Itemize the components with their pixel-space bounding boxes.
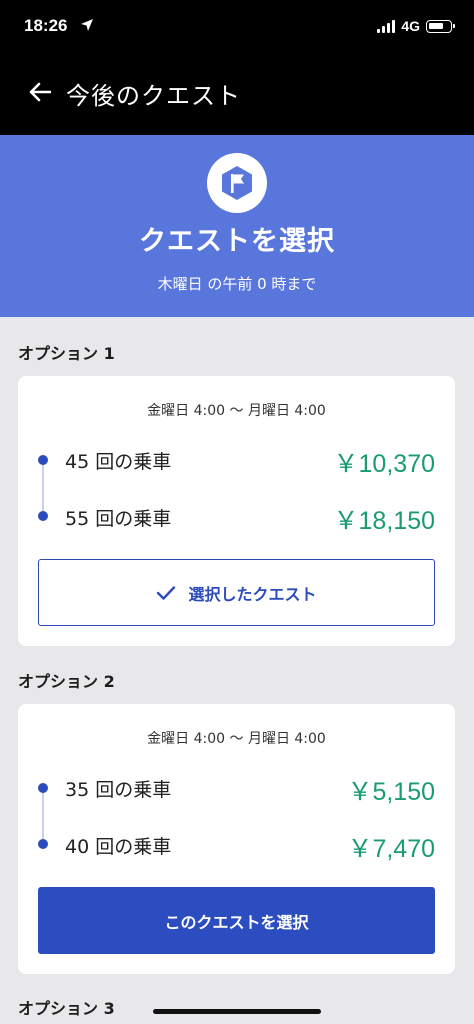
flag-icon [207,153,267,213]
tier-dot [38,783,48,793]
hero-title: クエストを選択 [139,226,335,257]
page-title: 今後のクエスト [66,82,241,110]
tier-reward: ￥10,370 [333,450,435,478]
option-label: オプション 1 [18,344,115,363]
tier-rides: 35 回の乗車 [65,779,172,801]
option-label: オプション 3 [18,999,115,1018]
signal-strength-icon [377,19,396,33]
quest-option-card: 金曜日 4:00 〜 月曜日 4:00 35 回の乗車 ￥5,150 40 回の… [18,704,455,974]
location-arrow-icon [81,19,93,31]
selected-quest-button[interactable]: 選択したクエスト [38,559,435,626]
home-indicator[interactable] [153,1009,321,1014]
tier-reward: ￥18,150 [333,507,435,535]
status-bar: 18:26 4G [0,0,474,50]
quest-header: クエストを選択 木曜日 の午前 0 時まで [0,135,474,317]
status-indicators: 4G [377,18,455,34]
quest-period: 金曜日 4:00 〜 月曜日 4:00 [147,403,326,419]
back-button[interactable] [22,74,58,110]
quest-period: 金曜日 4:00 〜 月曜日 4:00 [147,731,326,747]
status-time: 18:26 [24,16,68,35]
hero-deadline: 木曜日 の午前 0 時まで [157,275,317,293]
option-label: オプション 2 [18,672,115,691]
select-quest-button[interactable]: このクエストを選択 [38,887,435,954]
tier-rides: 45 回の乗車 [65,451,172,473]
network-type: 4G [401,18,420,34]
tier-rides: 55 回の乗車 [65,508,172,530]
tier-reward: ￥7,470 [347,835,435,863]
timeline-line [42,463,44,516]
timeline-line [42,791,44,844]
tier-dot [38,455,48,465]
checkmark-icon [157,585,176,600]
tier-reward: ￥5,150 [347,778,435,806]
selected-quest-label: 選択したクエスト [188,584,317,604]
tier-rides: 40 回の乗車 [65,836,172,858]
tier-dot [38,839,48,849]
battery-icon [426,19,455,33]
tier-dot [38,511,48,521]
nav-bar: 今後のクエスト [0,50,474,135]
quest-option-card: 金曜日 4:00 〜 月曜日 4:00 45 回の乗車 ￥10,370 55 回… [18,376,455,646]
back-arrow-icon [29,82,51,102]
select-quest-label: このクエストを選択 [164,912,309,932]
